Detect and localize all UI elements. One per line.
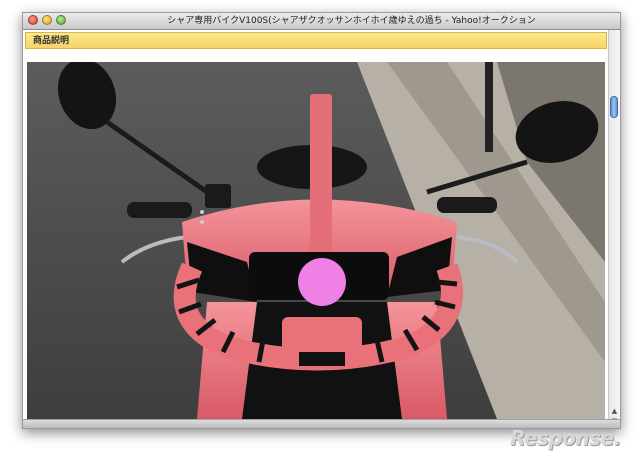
page-content: 商品説明 ▲ (23, 30, 620, 428)
section-header: 商品説明 (25, 32, 607, 49)
minimize-window-button[interactable] (42, 15, 52, 25)
vertical-scrollbar[interactable]: ▲ ▼ (608, 30, 620, 428)
response-watermark: Response. (510, 426, 621, 450)
scooter-photo-illustration (27, 62, 605, 419)
close-window-button[interactable] (28, 15, 38, 25)
browser-window: シャア専用バイクV100S(シャアザクオッサンホイホイ歳ゆえの過ち - Yaho… (22, 12, 621, 429)
section-header-label: 商品説明 (33, 36, 70, 46)
product-photo (27, 62, 605, 419)
zoom-window-button[interactable] (56, 15, 66, 25)
scroll-up-arrow-icon[interactable]: ▲ (610, 407, 619, 416)
scrollbar-thumb[interactable] (610, 96, 618, 118)
window-controls (28, 15, 66, 25)
window-title: シャア専用バイクV100S(シャアザクオッサンホイホイ歳ゆえの過ち - Yaho… (167, 16, 536, 26)
title-bar: シャア専用バイクV100S(シャアザクオッサンホイホイ歳ゆえの過ち - Yaho… (23, 13, 620, 30)
